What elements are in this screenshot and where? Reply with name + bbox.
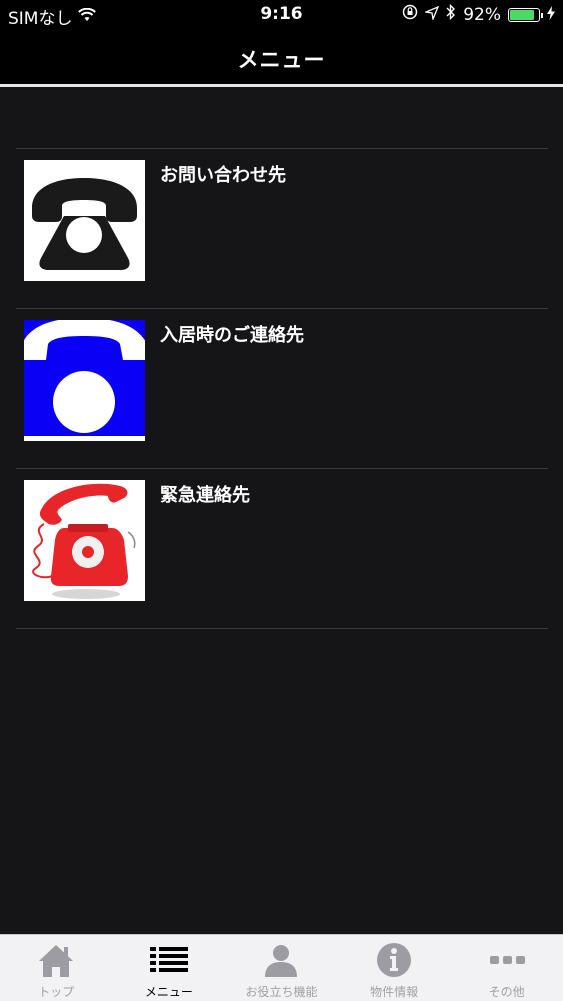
tab-label: メニュー — [144, 985, 193, 999]
battery-percent: 92% — [463, 4, 501, 25]
menu-item-label: 緊急連絡先 — [160, 485, 250, 506]
battery-icon — [508, 7, 543, 22]
tab-useful-functions[interactable]: お役立ち機能 — [225, 935, 338, 1001]
menu-item-contact[interactable]: お問い合わせ先 — [16, 148, 548, 308]
more-icon — [487, 941, 527, 979]
menu-item-label: お問い合わせ先 — [160, 165, 286, 186]
list-icon — [149, 941, 189, 979]
status-bar: SIMなし 9:16 92% — [0, 0, 563, 30]
menu-item-move-in-contact[interactable]: 入居時のご連絡先 — [16, 308, 548, 468]
black-telephone-icon — [24, 160, 145, 281]
battery-level — [510, 9, 534, 20]
home-icon — [36, 941, 76, 979]
person-icon — [261, 941, 301, 979]
tab-label: トップ — [38, 985, 75, 999]
tab-top[interactable]: トップ — [0, 935, 113, 1001]
bluetooth-icon — [446, 3, 456, 25]
charging-icon — [547, 5, 555, 25]
tab-others[interactable]: その他 — [450, 935, 563, 1001]
blue-telephone-icon — [24, 320, 145, 441]
location-icon — [423, 5, 440, 25]
page-title: メニュー — [237, 48, 326, 72]
menu-item-emergency-contact[interactable]: 緊急連絡先 — [16, 468, 548, 629]
tab-bar: トップ メニュー お役立ち機能 物件情報 その他 — [0, 934, 563, 1001]
menu-item-label: 入居時のご連絡先 — [160, 325, 304, 346]
tab-property-info[interactable]: 物件情報 — [338, 935, 451, 1001]
tab-label: お役立ち機能 — [245, 985, 318, 999]
tab-menu[interactable]: メニュー — [113, 935, 226, 1001]
tab-label: 物件情報 — [370, 985, 419, 999]
menu-list: お問い合わせ先 入居時のご連絡先 緊急連絡先 — [16, 148, 548, 629]
tab-label: その他 — [488, 985, 525, 999]
info-icon — [374, 941, 414, 979]
rotation-lock-icon — [402, 4, 418, 25]
navigation-bar: メニュー — [0, 30, 563, 87]
red-ringing-telephone-icon — [24, 480, 145, 601]
status-right: 92% — [402, 3, 555, 25]
